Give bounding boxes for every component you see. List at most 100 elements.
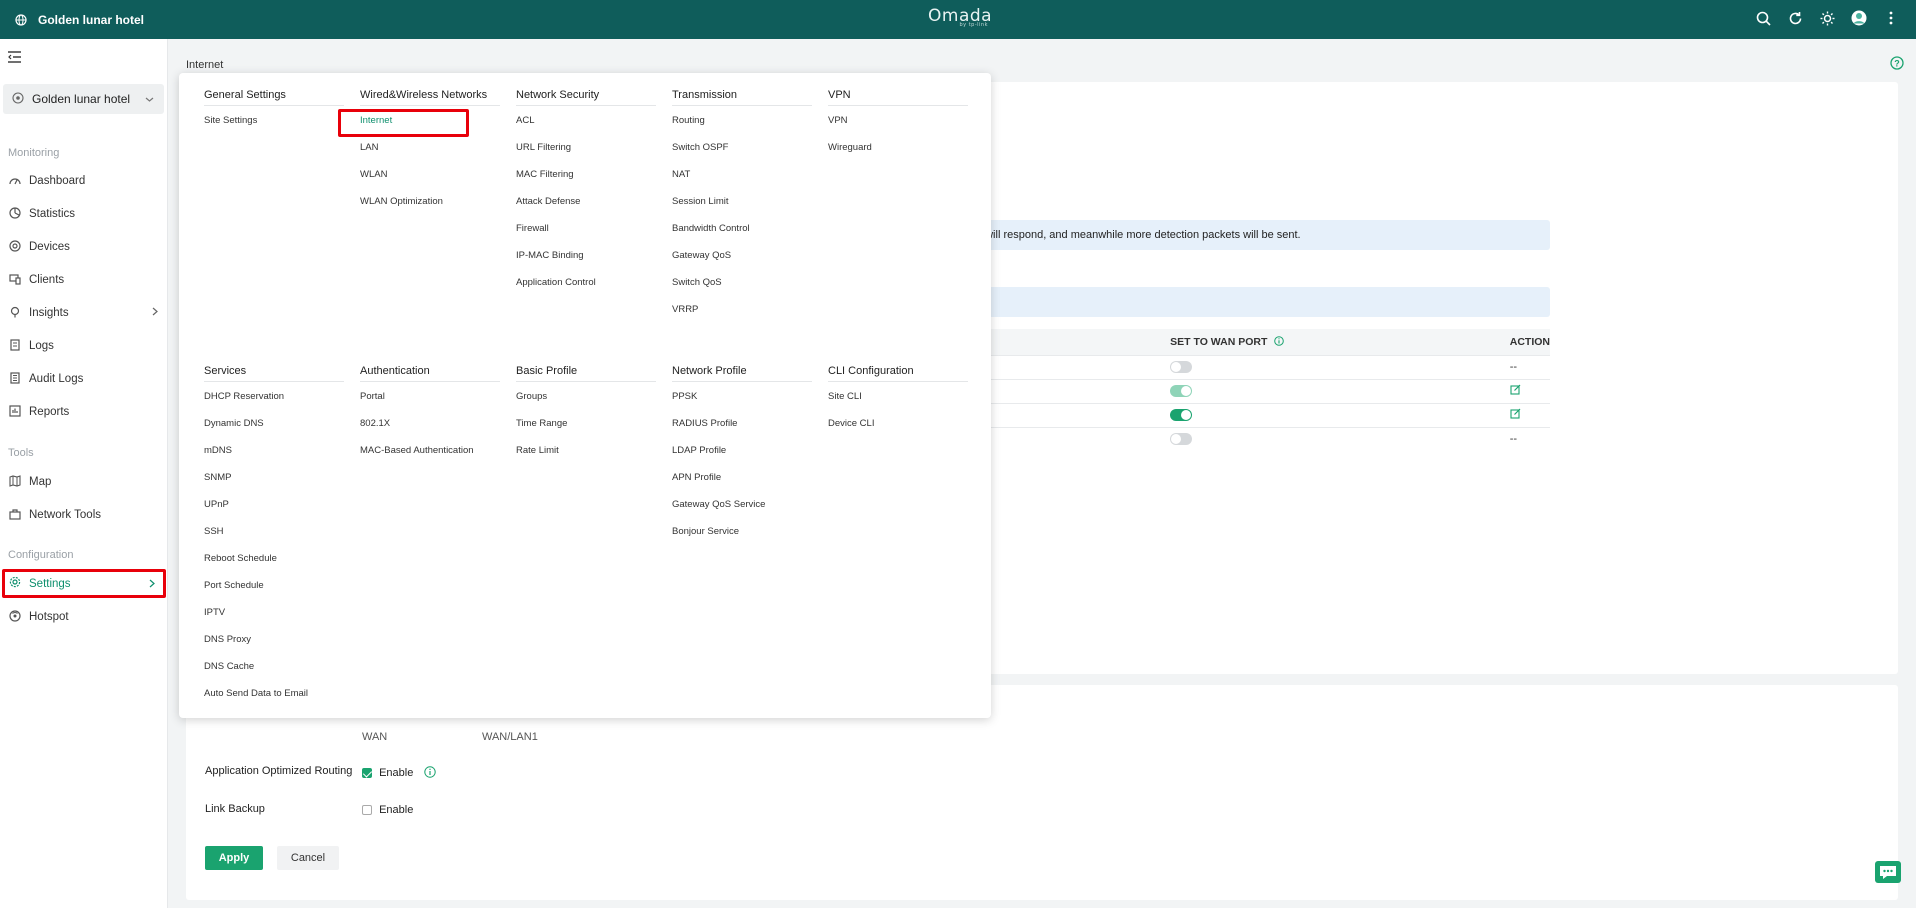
search-icon[interactable] — [1754, 9, 1772, 27]
site-selector[interactable]: Golden lunar hotel — [3, 84, 164, 114]
edit-icon[interactable] — [1510, 384, 1521, 398]
menu-item-switch-ospf[interactable]: Switch OSPF — [672, 139, 812, 166]
menu-item-routing[interactable]: Routing — [672, 112, 812, 139]
menu-item-snmp[interactable]: SNMP — [204, 469, 344, 496]
menu-heading: Basic Profile — [516, 365, 656, 382]
edit-icon[interactable] — [1510, 408, 1521, 422]
menu-item-wlan-optimization[interactable]: WLAN Optimization — [360, 193, 500, 220]
menu-item-url-filtering[interactable]: URL Filtering — [516, 139, 656, 166]
theme-icon[interactable] — [1818, 9, 1836, 27]
menu-item-application-control[interactable]: Application Control — [516, 274, 656, 301]
highlight-box-internet — [338, 109, 469, 137]
menu-item-mac-based-auth[interactable]: MAC-Based Authentication — [360, 442, 500, 469]
refresh-icon[interactable] — [1786, 9, 1804, 27]
info-icon[interactable] — [416, 766, 437, 779]
menu-column-network-profile: Network Profile PPSK RADIUS Profile LDAP… — [672, 365, 812, 550]
sidebar-item-label: Insights — [29, 307, 69, 319]
menu-item-device-cli[interactable]: Device CLI — [828, 415, 968, 442]
menu-heading: Services — [204, 365, 344, 382]
menu-item-dynamic-dns[interactable]: Dynamic DNS — [204, 415, 344, 442]
apply-button[interactable]: Apply — [205, 846, 263, 870]
menu-item-acl[interactable]: ACL — [516, 112, 656, 139]
menu-item-gateway-qos[interactable]: Gateway QoS — [672, 247, 812, 274]
sidebar-item-dashboard[interactable]: Dashboard — [2, 168, 166, 194]
menu-item-portal[interactable]: Portal — [360, 388, 500, 415]
menu-item-firewall[interactable]: Firewall — [516, 220, 656, 247]
wan-port-toggle[interactable] — [1170, 385, 1193, 398]
wan-port-toggle[interactable] — [1170, 409, 1193, 422]
menu-item-dns-proxy[interactable]: DNS Proxy — [204, 631, 344, 658]
menu-item-site-cli[interactable]: Site CLI — [828, 388, 968, 415]
sidebar-item-clients[interactable]: Clients — [2, 267, 166, 293]
menu-item-ip-mac-binding[interactable]: IP-MAC Binding — [516, 247, 656, 274]
sidebar-item-network-tools[interactable]: Network Tools — [2, 502, 166, 528]
sidebar-item-devices[interactable]: Devices — [2, 234, 166, 260]
menu-item-upnp[interactable]: UPnP — [204, 496, 344, 523]
menu-item-port-schedule[interactable]: Port Schedule — [204, 577, 344, 604]
menu-item-mdns[interactable]: mDNS — [204, 442, 344, 469]
logo-subtext: by tp-link — [959, 22, 988, 28]
dashboard-icon — [9, 174, 21, 189]
reports-icon — [9, 404, 21, 420]
site-title[interactable]: Golden lunar hotel — [12, 11, 144, 29]
sidebar-item-map[interactable]: Map — [2, 469, 166, 495]
sidebar-item-settings[interactable]: Settings — [2, 569, 166, 598]
hotspot-icon — [9, 609, 21, 625]
menu-item-radius-profile[interactable]: RADIUS Profile — [672, 415, 812, 442]
col-set-to-wan-port: SET TO WAN PORT — [1167, 329, 1507, 355]
menu-item-vpn[interactable]: VPN — [828, 112, 968, 139]
insights-icon — [9, 306, 21, 321]
link-backup-checkbox[interactable]: Enable — [362, 804, 413, 816]
menu-item-site-settings[interactable]: Site Settings — [204, 112, 344, 139]
menu-item-nat[interactable]: NAT — [672, 166, 812, 193]
app-routing-checkbox[interactable]: Enable — [362, 766, 437, 779]
menu-item-bandwidth-control[interactable]: Bandwidth Control — [672, 220, 812, 247]
menu-item-iptv[interactable]: IPTV — [204, 604, 344, 631]
collapse-menu-icon[interactable] — [8, 51, 22, 66]
menu-item-dns-cache[interactable]: DNS Cache — [204, 658, 344, 685]
checkbox-unchecked[interactable] — [362, 805, 372, 816]
menu-item-reboot-schedule[interactable]: Reboot Schedule — [204, 550, 344, 577]
menu-item-wireguard[interactable]: Wireguard — [828, 139, 968, 166]
menu-item-vrrp[interactable]: VRRP — [672, 301, 812, 328]
chat-icon[interactable] — [1875, 861, 1901, 883]
more-icon[interactable] — [1882, 9, 1900, 27]
sidebar-item-reports[interactable]: Reports — [2, 399, 166, 425]
menu-item-802-1x[interactable]: 802.1X — [360, 415, 500, 442]
sidebar-item-insights[interactable]: Insights — [2, 300, 166, 326]
section-configuration: Configuration — [8, 549, 74, 561]
menu-item-ldap-profile[interactable]: LDAP Profile — [672, 442, 812, 469]
devices-icon — [9, 239, 21, 255]
menu-item-gateway-qos-service[interactable]: Gateway QoS Service — [672, 496, 812, 523]
sidebar-item-logs[interactable]: Logs — [2, 333, 166, 359]
menu-item-ssh[interactable]: SSH — [204, 523, 344, 550]
menu-item-bonjour-service[interactable]: Bonjour Service — [672, 523, 812, 550]
checkbox-checked[interactable] — [362, 768, 372, 779]
menu-item-attack-defense[interactable]: Attack Defense — [516, 193, 656, 220]
sidebar-item-audit-logs[interactable]: Audit Logs — [2, 366, 166, 392]
avatar-icon[interactable] — [1850, 9, 1868, 27]
menu-item-wlan[interactable]: WLAN — [360, 166, 500, 193]
sidebar-item-hotspot[interactable]: Hotspot — [2, 604, 166, 630]
menu-item-dhcp-reservation[interactable]: DHCP Reservation — [204, 388, 344, 415]
info-icon[interactable] — [1270, 335, 1285, 348]
menu-item-groups[interactable]: Groups — [516, 388, 656, 415]
menu-item-rate-limit[interactable]: Rate Limit — [516, 442, 656, 469]
menu-item-ppsk[interactable]: PPSK — [672, 388, 812, 415]
menu-item-session-limit[interactable]: Session Limit — [672, 193, 812, 220]
wan-port-toggle[interactable] — [1170, 433, 1193, 446]
wan-toggle-cell — [1167, 426, 1507, 451]
menu-item-auto-send-email[interactable]: Auto Send Data to Email — [204, 685, 344, 712]
wan-port-toggle[interactable] — [1170, 361, 1193, 374]
help-icon[interactable]: ? — [1890, 56, 1904, 73]
menu-item-apn-profile[interactable]: APN Profile — [672, 469, 812, 496]
menu-item-mac-filtering[interactable]: MAC Filtering — [516, 166, 656, 193]
cancel-button[interactable]: Cancel — [277, 846, 339, 870]
sidebar-item-statistics[interactable]: Statistics — [2, 201, 166, 227]
action-cell — [1506, 378, 1550, 403]
menu-item-switch-qos[interactable]: Switch QoS — [672, 274, 812, 301]
menu-item-lan[interactable]: LAN — [360, 139, 500, 166]
menu-item-time-range[interactable]: Time Range — [516, 415, 656, 442]
section-tools: Tools — [8, 447, 34, 459]
chevron-right-icon — [152, 307, 158, 319]
